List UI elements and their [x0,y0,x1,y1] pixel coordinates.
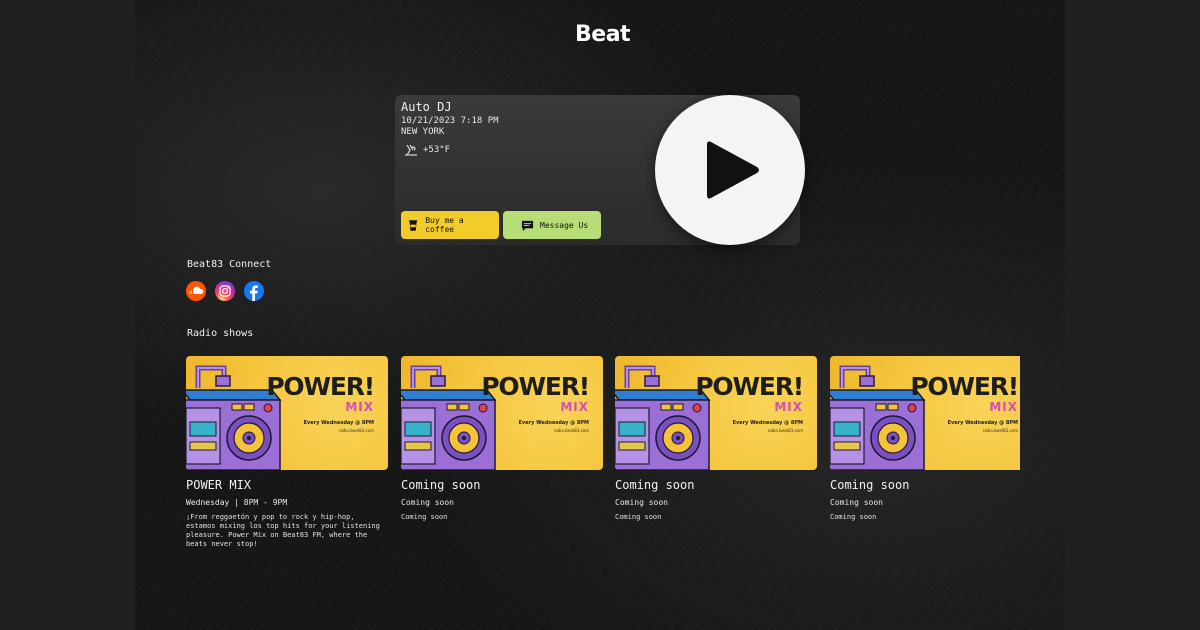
show-card[interactable]: POWER! MIX Every Wednesday @ 8PM radio.b… [401,356,603,522]
cover-headline: POWER! [695,372,804,401]
show-description: Coming soon [615,513,662,521]
show-description: Coming soon [401,513,448,521]
cover-subheadline: MIX [560,400,589,414]
chat-bubble-icon [521,220,534,231]
buy-coffee-label: Buy me a coffee [425,216,464,234]
city: NEW YORK [401,127,445,137]
cover-subheadline: MIX [989,400,1018,414]
play-icon [707,141,759,199]
cover-subheadline: MIX [774,400,803,414]
social-links [186,281,264,301]
temperature: +53°F [423,145,451,155]
show-time: Wednesday | 8PM - 9PM [186,498,288,507]
cover-schedule: Every Wednesday @ 8PM [303,420,374,426]
show-time: Coming soon [615,498,668,507]
weather: +53°F [403,142,450,158]
connect-title: Beat83 Connect [187,259,272,270]
message-us-label: Message Us [540,220,589,230]
cover-schedule: Every Wednesday @ 8PM [947,420,1018,426]
cover-site: radio.beat83.com [338,428,374,433]
show-name: Coming soon [615,478,695,492]
datetime: 10/21/2023 7:18 PM [401,116,499,126]
right-margin [1065,0,1200,630]
beat-logo[interactable]: Beat [575,22,631,47]
show-cover[interactable]: POWER! MIX Every Wednesday @ 8PM radio.b… [830,356,1020,470]
left-margin [0,0,135,630]
radio-shows-title: Radio shows [187,328,254,339]
message-us-button[interactable]: Message Us [503,211,601,239]
cover-schedule: Every Wednesday @ 8PM [518,420,589,426]
cover-schedule: Every Wednesday @ 8PM [732,420,803,426]
show-cover[interactable]: POWER! MIX Every Wednesday @ 8PM radio.b… [401,356,603,470]
show-description: Coming soon [830,513,877,521]
show-name: Coming soon [830,478,910,492]
cover-headline: POWER! [481,372,590,401]
radio-shows-list: POWER! MIX Every Wednesday @ 8PM radio.b… [186,356,1020,556]
show-time: Coming soon [401,498,454,507]
cover-site: radio.beat83.com [553,428,589,433]
show-description: ¡From reggaetón y pop to rock y hip-hop,… [186,513,380,548]
station-title: Auto DJ [401,100,452,114]
instagram-link[interactable] [215,281,235,301]
cover-headline: POWER! [910,372,1019,401]
show-card[interactable]: POWER! MIX Every Wednesday @ 8PM radio.b… [830,356,1020,522]
cover-site: radio.beat83.com [982,428,1018,433]
soundcloud-link[interactable] [186,281,206,301]
facebook-icon [244,281,264,301]
coffee-cup-icon [409,219,418,231]
cover-subheadline: MIX [345,400,374,414]
facebook-link[interactable] [244,281,264,301]
cover-headline: POWER! [266,372,375,401]
show-time: Coming soon [830,498,883,507]
buy-coffee-button[interactable]: Buy me a coffee [401,211,499,239]
windy-weather-icon [405,144,417,156]
cover-site: radio.beat83.com [767,428,803,433]
show-cover[interactable]: POWER! MIX Every Wednesday @ 8PM radio.b… [615,356,817,470]
show-name: POWER MIX [186,478,252,492]
show-card[interactable]: POWER! MIX Every Wednesday @ 8PM radio.b… [615,356,817,522]
instagram-icon [215,281,235,301]
soundcloud-icon [186,281,206,301]
show-card[interactable]: POWER! MIX Every Wednesday @ 8PM radio.b… [186,356,388,549]
show-name: Coming soon [401,478,481,492]
play-button[interactable] [655,95,805,245]
show-cover[interactable]: POWER! MIX Every Wednesday @ 8PM radio.b… [186,356,388,470]
